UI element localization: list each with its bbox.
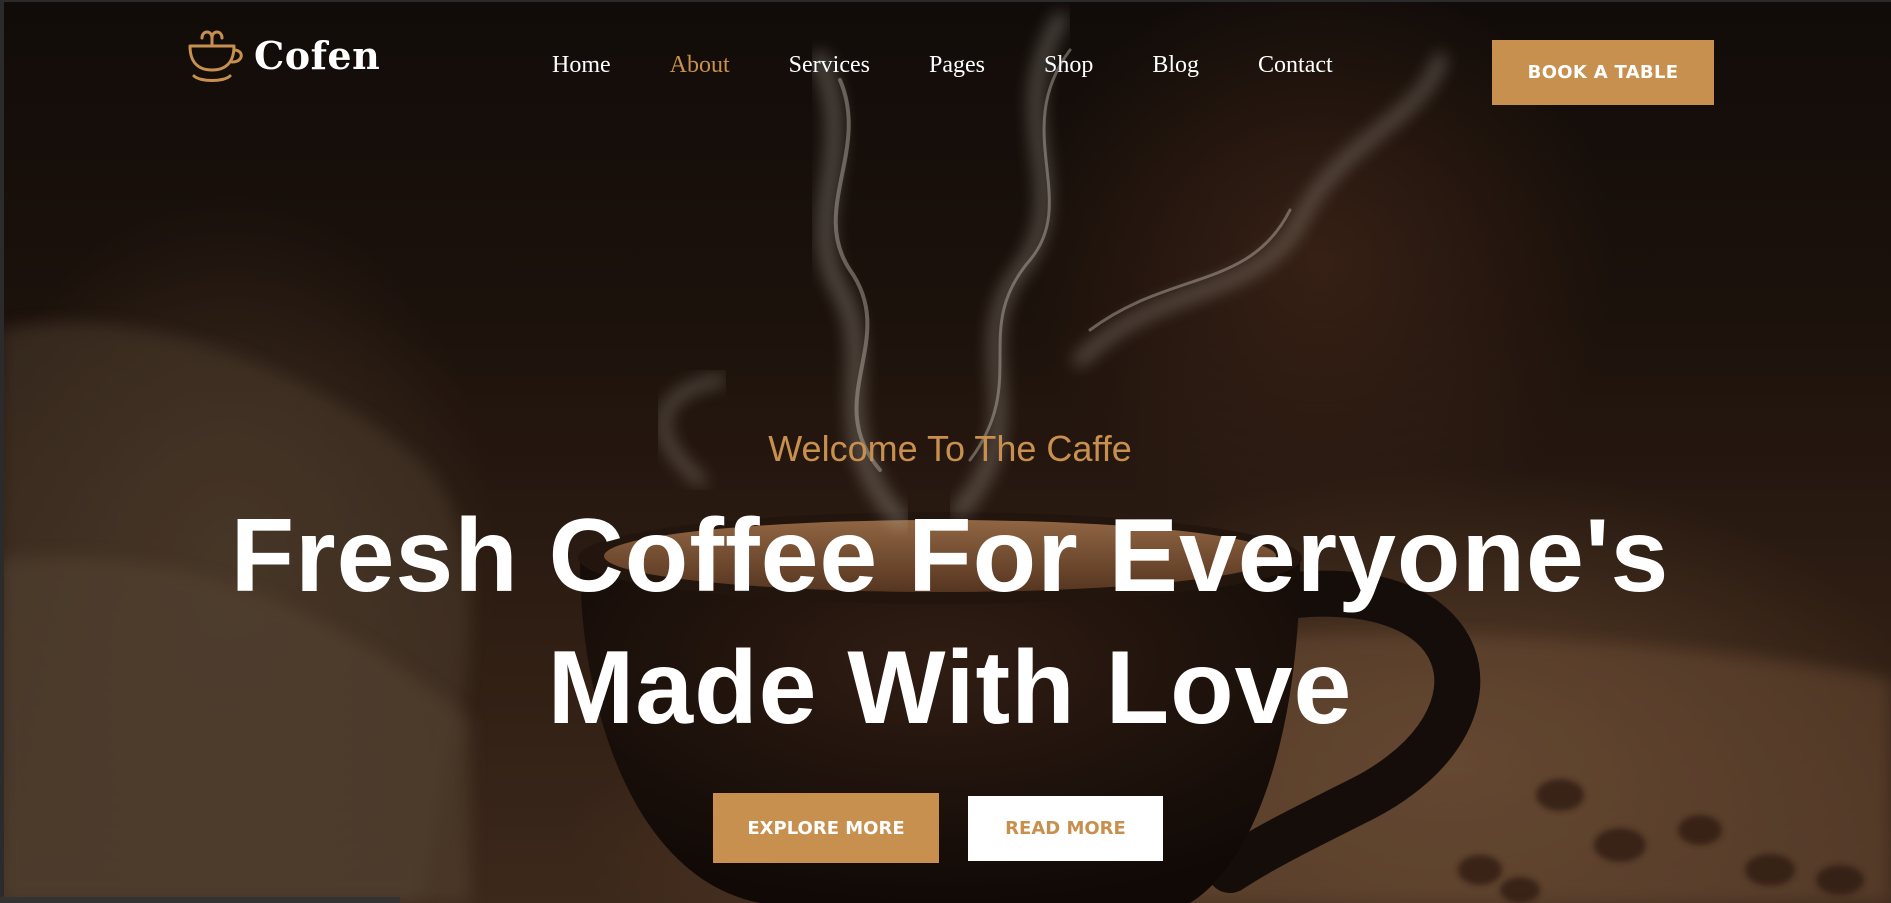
read-more-button[interactable]: READ MORE xyxy=(968,796,1163,861)
nav-item-services[interactable]: Services xyxy=(789,52,870,79)
nav-item-home[interactable]: Home xyxy=(552,52,611,79)
nav-item-about[interactable]: About xyxy=(670,52,730,79)
coffee-cup-icon xyxy=(188,30,243,82)
nav-item-pages[interactable]: Pages xyxy=(929,52,985,79)
main-nav: Home About Services Pages Shop Blog Cont… xyxy=(552,52,1392,79)
nav-item-contact[interactable]: Contact xyxy=(1258,52,1333,79)
hero-subtitle: Welcome To The Caffe xyxy=(768,428,1132,469)
book-table-button[interactable]: BOOK A TABLE xyxy=(1492,40,1714,105)
hero-title: Fresh Coffee For Everyone's Made With Lo… xyxy=(0,490,1891,754)
brand-name: Cofen xyxy=(254,32,381,78)
hero-title-line2: Made With Love xyxy=(547,630,1353,746)
nav-item-shop[interactable]: Shop xyxy=(1044,52,1093,79)
nav-item-blog[interactable]: Blog xyxy=(1152,52,1199,79)
hero-section: Cofen Home About Services Pages Shop Blo… xyxy=(0,0,1891,903)
hero-title-line1: Fresh Coffee For Everyone's xyxy=(230,498,1670,614)
bottom-strip xyxy=(0,897,400,903)
window-frame-top xyxy=(0,0,1891,2)
explore-more-button[interactable]: EXPLORE MORE xyxy=(713,793,939,863)
brand-logo[interactable]: Cofen xyxy=(184,26,380,84)
